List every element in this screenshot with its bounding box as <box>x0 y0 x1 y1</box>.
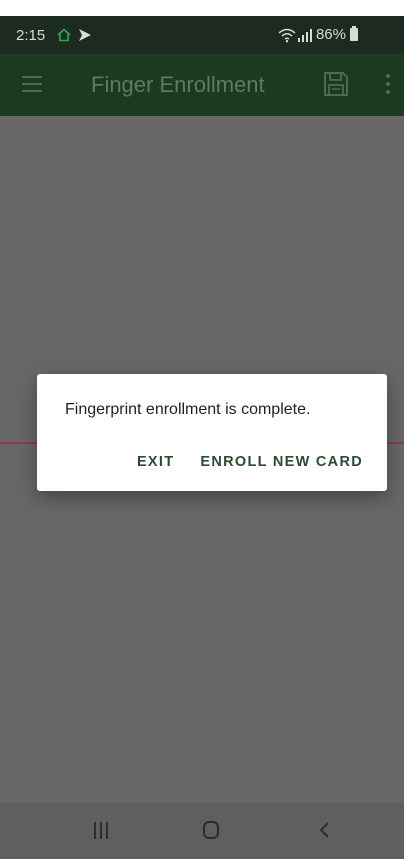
app-bar: Finger Enrollment <box>0 54 404 116</box>
completion-dialog: Fingerprint enrollment is complete. EXIT… <box>37 374 387 491</box>
menu-icon[interactable] <box>22 76 46 94</box>
cast-icon <box>79 29 91 41</box>
save-icon[interactable] <box>323 71 349 97</box>
back-icon[interactable] <box>318 821 330 839</box>
signal-icon <box>297 28 312 42</box>
status-bar: 2:15 86% <box>0 16 404 54</box>
exit-button[interactable]: EXIT <box>137 454 174 470</box>
nav-home-icon[interactable] <box>203 821 219 839</box>
battery-percent: 86% <box>315 26 346 43</box>
dialog-message: Fingerprint enrollment is complete. <box>65 401 311 418</box>
status-indicators: 86% <box>278 26 358 43</box>
more-vert-icon[interactable] <box>385 74 391 96</box>
top-cropped-caption: ​ <box>90 0 320 16</box>
home-icon <box>57 28 71 42</box>
app-title: Finger Enrollment <box>91 72 265 97</box>
phone-frame: ​ 2:15 <box>0 0 404 859</box>
system-nav-bar <box>0 803 404 859</box>
dialog-actions: EXIT ENROLL NEW CARD <box>137 454 363 470</box>
screen: 2:15 86% Finger Enrollment Fingerprint e… <box>0 16 404 859</box>
battery-icon <box>350 26 358 41</box>
recent-apps-icon[interactable] <box>93 822 110 839</box>
enroll-new-card-button[interactable]: ENROLL NEW CARD <box>200 454 363 470</box>
status-time: 2:15 <box>16 27 46 44</box>
wifi-icon <box>278 28 296 42</box>
